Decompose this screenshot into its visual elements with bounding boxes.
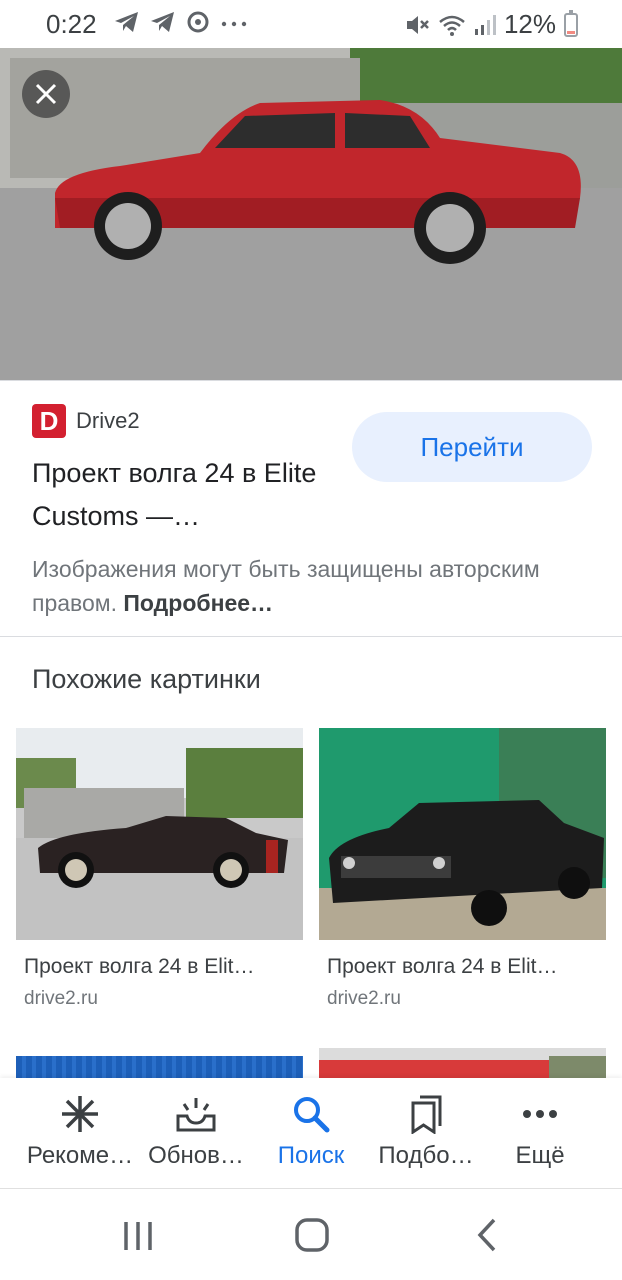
- close-button[interactable]: [22, 70, 70, 118]
- battery-icon: [564, 9, 578, 37]
- back-icon[interactable]: [472, 1217, 502, 1253]
- source-logo: D: [32, 404, 66, 438]
- divider: [0, 636, 622, 637]
- nav-updates[interactable]: Обнов…: [134, 1094, 258, 1170]
- sync-icon: [187, 11, 209, 33]
- more-notifications-icon: [221, 21, 247, 27]
- mute-icon: [406, 15, 429, 34]
- close-icon: [35, 83, 57, 105]
- nav-search[interactable]: Поиск: [249, 1094, 373, 1170]
- source-name: Drive2: [76, 408, 140, 433]
- search-icon: [294, 1097, 330, 1133]
- system-status: 12%: [404, 9, 578, 40]
- copyright-notice: Изображения могут быть защищены авторски…: [32, 552, 592, 620]
- wifi-icon: [439, 15, 465, 36]
- learn-more-link[interactable]: Подробнее…: [123, 590, 273, 616]
- nav-more[interactable]: Ещё: [478, 1094, 602, 1170]
- recent-apps-icon[interactable]: [120, 1219, 156, 1253]
- divider: [0, 380, 622, 381]
- collections-icon: [411, 1095, 442, 1134]
- battery-percent: 12%: [503, 9, 556, 39]
- similar-image-2[interactable]: [319, 728, 606, 940]
- more-dots-icon: [523, 1110, 557, 1118]
- signal-icon: [474, 14, 496, 35]
- result-title[interactable]: Проект волга 24 в Elite Customs —…: [32, 452, 332, 538]
- bottom-navigation: Рекоме… Обнов… Поиск Подбо… Ещё: [0, 1078, 622, 1188]
- source-info[interactable]: D Drive2: [32, 404, 140, 438]
- updates-tray-icon: [176, 1098, 216, 1132]
- nav-recommendations[interactable]: Рекоме…: [18, 1094, 142, 1170]
- similar-images-heading: Похожие картинки: [32, 664, 261, 694]
- visit-button[interactable]: Перейти: [352, 412, 592, 482]
- status-bar: 0:22 12%: [0, 0, 622, 48]
- nav-label: Рекоме…: [26, 1142, 134, 1169]
- telegram-icon: [115, 12, 138, 32]
- system-navigation-bar: [0, 1188, 622, 1280]
- nav-collections[interactable]: Подбо…: [364, 1094, 488, 1170]
- asterisk-icon: [62, 1096, 98, 1132]
- home-icon[interactable]: [294, 1217, 330, 1253]
- main-image[interactable]: [0, 48, 622, 380]
- similar-image-3[interactable]: [16, 1048, 303, 1078]
- copyright-text: Изображения могут быть защищены авторски…: [32, 556, 540, 616]
- similar-image-1-title[interactable]: Проект волга 24 в Elit…: [24, 955, 254, 979]
- similar-image-2-source: drive2.ru: [327, 988, 401, 1009]
- nav-label: Поиск: [277, 1142, 345, 1169]
- nav-label: Подбо…: [378, 1142, 474, 1169]
- notification-icons: [114, 10, 248, 34]
- similar-image-2-title[interactable]: Проект волга 24 в Elit…: [327, 955, 557, 979]
- similar-image-4[interactable]: [319, 1048, 606, 1078]
- status-time: 0:22: [46, 9, 97, 39]
- similar-image-1-source: drive2.ru: [24, 988, 98, 1009]
- nav-label: Ещё: [515, 1142, 565, 1169]
- nav-label: Обнов…: [148, 1142, 244, 1169]
- telegram-icon: [151, 12, 174, 32]
- similar-image-1[interactable]: [16, 728, 303, 940]
